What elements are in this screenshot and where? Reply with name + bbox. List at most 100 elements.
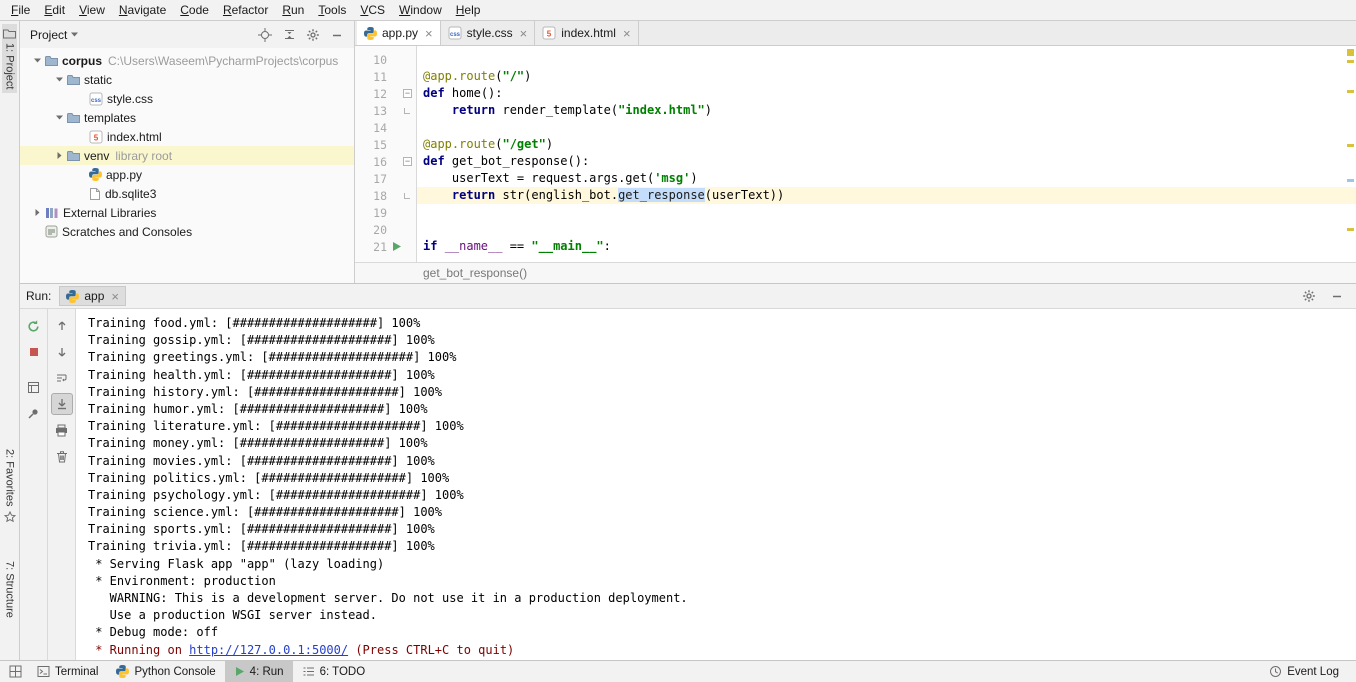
run-body: Training food.yml: [####################… <box>20 309 1356 660</box>
collapse-all-button[interactable] <box>278 25 300 45</box>
arrow-down-icon[interactable] <box>30 56 45 65</box>
menu-help[interactable]: Help <box>449 1 488 19</box>
rerun-button[interactable] <box>23 315 45 337</box>
tree-item-corpus[interactable]: corpusC:\Users\Waseem\PycharmProjects\co… <box>20 51 354 70</box>
tool-button-structure[interactable]: 7: Structure <box>3 557 17 622</box>
tab-app-py[interactable]: app.py× <box>357 21 441 45</box>
gutter-row: 18 <box>355 187 416 204</box>
console-link[interactable]: http://127.0.0.1:5000/ <box>189 643 348 657</box>
stop-button[interactable] <box>23 341 45 363</box>
tree-item-scratches-and-consoles[interactable]: Scratches and Consoles <box>20 222 354 241</box>
menu-code[interactable]: Code <box>173 1 216 19</box>
tab-label: index.html <box>561 26 616 40</box>
editor-area: app.py×cssstyle.css×5index.html× 101112−… <box>355 21 1356 283</box>
menu-run[interactable]: Run <box>275 1 311 19</box>
menu-window[interactable]: Window <box>392 1 449 19</box>
tree-item-index-html[interactable]: 5index.html <box>20 127 354 146</box>
arrow-down-icon[interactable] <box>52 75 67 84</box>
scroll-mark <box>1347 90 1354 93</box>
tool-button-project[interactable]: 1: Project <box>2 24 17 93</box>
code-line: def home(): <box>417 85 1356 102</box>
code-line: if __name__ == "__main__": <box>417 238 1356 255</box>
soft-wrap-button[interactable] <box>51 367 73 389</box>
tree-item-db-sqlite3[interactable]: db.sqlite3 <box>20 184 354 203</box>
gutter-row: 17 <box>355 170 416 187</box>
console-text: (Press CTRL+C to quit) <box>348 643 514 657</box>
down-stack-trace-icon <box>56 346 68 358</box>
gutter-row: 11 <box>355 68 416 85</box>
db-sqlite3-file-icon <box>89 187 101 201</box>
statusbar-python-console[interactable]: Python Console <box>107 661 224 682</box>
fold-collapse-icon[interactable]: − <box>403 157 412 166</box>
tree-item-templates[interactable]: templates <box>20 108 354 127</box>
menu-vcs[interactable]: VCS <box>353 1 392 19</box>
locate-icon <box>258 28 272 42</box>
tree-item-app-py[interactable]: app.py <box>20 165 354 184</box>
close-icon[interactable]: × <box>520 26 528 41</box>
scroll-to-end-button[interactable] <box>51 393 73 415</box>
tool-window-switcher-icon[interactable] <box>3 661 28 682</box>
restore-layout-button[interactable] <box>23 376 45 398</box>
tool-strip-middle: 2: Favorites <box>3 445 17 526</box>
editor[interactable]: 101112−13141516−1718192021 @app.route("/… <box>355 46 1356 262</box>
close-icon[interactable]: × <box>425 26 433 41</box>
menu-refactor[interactable]: Refactor <box>216 1 275 19</box>
menu-tools[interactable]: Tools <box>311 1 353 19</box>
tool-strip-bottom: 7: Structure <box>3 557 17 622</box>
close-icon[interactable]: × <box>623 26 631 41</box>
hide-button[interactable] <box>1326 286 1348 306</box>
chevron-down-icon[interactable] <box>70 30 79 39</box>
gutter-row: 19 <box>355 204 416 221</box>
hide-icon <box>331 29 343 41</box>
pin-button[interactable] <box>23 402 45 424</box>
console-line: Training literature.yml: [##############… <box>88 418 1356 435</box>
tree-item-external-libraries[interactable]: External Libraries <box>20 203 354 222</box>
close-icon[interactable]: × <box>111 289 119 304</box>
statusbar-terminal[interactable]: Terminal <box>28 661 107 682</box>
hide-button[interactable] <box>326 25 348 45</box>
locate-button[interactable] <box>254 25 276 45</box>
menu-view[interactable]: View <box>72 1 112 19</box>
clear-all-button[interactable] <box>51 445 73 467</box>
console-line: Training movies.yml: [##################… <box>88 453 1356 470</box>
breadcrumb-context[interactable]: get_bot_response() <box>423 266 527 280</box>
tree-item-style-css[interactable]: cssstyle.css <box>20 89 354 108</box>
statusbar-event-log[interactable]: Event Log <box>1260 661 1348 682</box>
run-tab-app[interactable]: app× <box>59 286 126 306</box>
tree-item-static[interactable]: static <box>20 70 354 89</box>
statusbar-todo[interactable]: 6: TODO <box>293 661 375 682</box>
gutter-row: 15 <box>355 136 416 153</box>
project-title[interactable]: Project <box>30 28 67 42</box>
console-line: Training history.yml: [#################… <box>88 384 1356 401</box>
inspection-indicator-icon[interactable] <box>1347 49 1354 56</box>
down-stack-trace-button[interactable] <box>51 341 73 363</box>
arrow-down-icon[interactable] <box>52 113 67 122</box>
menu-file[interactable]: File <box>4 1 37 19</box>
fold-collapse-icon[interactable]: − <box>403 89 412 98</box>
console-line: * Environment: production <box>88 573 1356 590</box>
up-stack-trace-button[interactable] <box>51 315 73 337</box>
tree-item-venv[interactable]: venvlibrary root <box>20 146 354 165</box>
settings-button[interactable] <box>1298 286 1320 306</box>
tab-style-css[interactable]: cssstyle.css× <box>441 21 536 45</box>
editor-scrollbar[interactable] <box>1344 46 1356 262</box>
pin-icon <box>27 407 40 420</box>
tool-button-favorites[interactable]: 2: Favorites <box>3 445 17 526</box>
print-button[interactable] <box>51 419 73 441</box>
console-line: * Running on http://127.0.0.1:5000/ (Pre… <box>88 642 1356 659</box>
statusbar-run[interactable]: 4: Run <box>225 661 293 682</box>
settings-button[interactable] <box>302 25 324 45</box>
line-number: 13 <box>359 104 387 118</box>
arrow-right-icon[interactable] <box>30 208 45 217</box>
run-console[interactable]: Training food.yml: [####################… <box>76 309 1356 660</box>
breadcrumb: get_bot_response() <box>355 262 1356 283</box>
corpus-folder-icon <box>45 55 58 66</box>
run-line-icon[interactable] <box>391 241 402 252</box>
tab-index-html[interactable]: 5index.html× <box>535 21 638 45</box>
menu-edit[interactable]: Edit <box>37 1 72 19</box>
svg-text:css: css <box>91 98 102 104</box>
menu-navigate[interactable]: Navigate <box>112 1 173 19</box>
editor-code[interactable]: @app.route("/")def home(): return render… <box>417 46 1356 262</box>
tree-item-label: Scratches and Consoles <box>62 225 192 239</box>
arrow-right-icon[interactable] <box>52 151 67 160</box>
